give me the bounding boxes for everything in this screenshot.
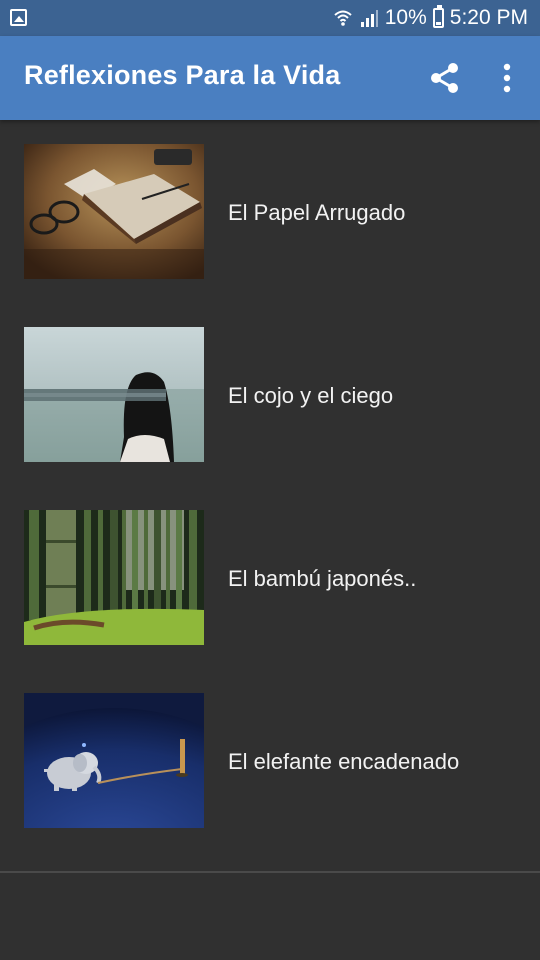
status-bar: 10% 5:20 PM [0, 0, 540, 36]
list-item-title: El cojo y el ciego [228, 383, 394, 408]
notebook-image [24, 144, 204, 279]
more-options-icon [503, 63, 511, 93]
signal-icon [360, 10, 378, 27]
list-item[interactable]: El elefante encadenado [0, 669, 540, 852]
more-options-button[interactable] [490, 58, 524, 98]
list-item[interactable]: El cojo y el ciego [0, 303, 540, 486]
list-item-title: El Papel Arrugado [228, 200, 406, 225]
list-item[interactable]: El bambú japonés.. [0, 486, 540, 669]
bamboo-image [24, 510, 204, 645]
battery-icon [432, 5, 444, 28]
image-notification-icon [10, 9, 27, 26]
bamboo-thumbnail [24, 510, 204, 645]
page-title: Reflexiones Para la Vida [24, 60, 341, 90]
app-bar: Reflexiones Para la Vida [0, 36, 540, 120]
list-item-title: El bambú japonés.. [228, 566, 417, 591]
clock: 5:20 PM [449, 6, 528, 29]
status-icons: 10% 5:20 PM [333, 0, 528, 36]
list-item[interactable]: El Papel Arrugado [0, 120, 540, 303]
elephant-image [24, 693, 204, 828]
blindfold-image [24, 327, 204, 462]
share-button[interactable] [425, 58, 465, 98]
blindfold-thumbnail [24, 327, 204, 462]
battery-percent: 10% [384, 6, 427, 29]
notebook-thumbnail [24, 144, 204, 279]
elephant-thumbnail [24, 693, 204, 828]
list-item-title: El elefante encadenado [228, 749, 460, 774]
share-icon [431, 63, 458, 93]
list-divider [0, 871, 540, 873]
wifi-icon [334, 10, 352, 26]
